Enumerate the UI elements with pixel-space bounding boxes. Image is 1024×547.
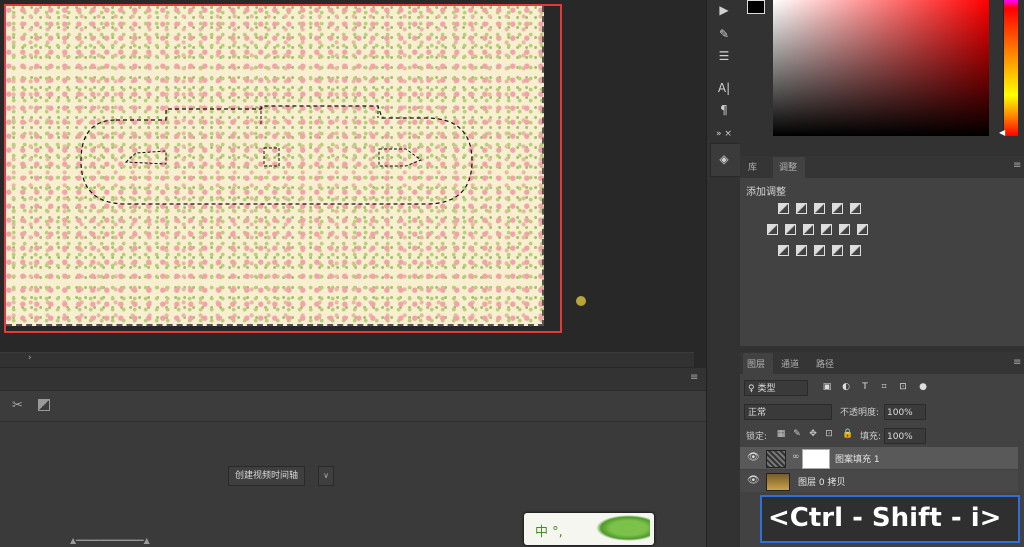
selective-color-icon[interactable] <box>850 245 861 256</box>
invert-icon[interactable] <box>778 245 789 256</box>
adjust-sliders-icon[interactable]: ☰ <box>710 46 738 66</box>
transition-icon[interactable] <box>38 399 50 411</box>
lock-position-icon[interactable]: ✥ <box>808 429 818 439</box>
link-icon[interactable]: ∞ <box>792 452 800 462</box>
timeline-toolbar <box>0 391 706 422</box>
threshold-icon[interactable] <box>814 245 825 256</box>
shortcut-text: <Ctrl - Shift - i> <box>768 503 1002 533</box>
scroll-arrow-icon[interactable]: › <box>28 353 32 363</box>
vibrance-icon[interactable] <box>850 203 861 214</box>
color-picker-field[interactable] <box>773 0 989 136</box>
panel-grip[interactable]: » × <box>710 128 738 140</box>
timeline-zoom-slider[interactable]: ▲━━━━━━━━━━━━━━▲ <box>70 536 200 545</box>
layer-mask-thumbnail[interactable] <box>802 449 830 469</box>
fill-input[interactable]: 100% <box>884 428 926 444</box>
character-icon[interactable]: A| <box>710 78 738 98</box>
scissors-icon[interactable]: ✂ <box>12 398 23 413</box>
brush-settings-icon[interactable]: ✎ <box>710 24 738 44</box>
lock-all-icon[interactable]: 🔒 <box>842 429 853 439</box>
gradient-map-icon[interactable] <box>832 245 843 256</box>
tab-paths[interactable]: 路径 <box>816 357 834 370</box>
leaf-icon <box>596 515 650 541</box>
tab-libraries[interactable]: 库 <box>748 160 757 173</box>
layer-name[interactable]: 图案填充 1 <box>835 452 880 465</box>
type-filter-icon[interactable]: T <box>860 382 870 392</box>
eye-icon[interactable]: 👁 <box>747 452 760 463</box>
tab-channels[interactable]: 通道 <box>781 357 799 370</box>
hue-saturation-icon[interactable] <box>767 224 778 235</box>
panel-menu-icon[interactable]: ≡ <box>1013 357 1021 368</box>
curves-icon[interactable] <box>814 203 825 214</box>
layer-thumbnail <box>766 473 790 491</box>
hue-slider-handle-icon[interactable]: ◀ <box>999 128 1005 137</box>
black-white-icon[interactable] <box>803 224 814 235</box>
libraries-icon[interactable]: ◈ <box>710 149 738 169</box>
layer-filter-select[interactable]: ♀ 类型 <box>744 380 808 396</box>
paragraph-icon[interactable]: ¶ <box>710 100 738 120</box>
play-icon[interactable]: ▶ <box>710 0 738 20</box>
panel-menu-icon[interactable]: ≡ <box>690 372 702 383</box>
lock-paint-icon[interactable]: ✎ <box>792 429 802 439</box>
shape-filter-icon[interactable]: ⌗ <box>879 382 889 392</box>
posterize-icon[interactable] <box>796 245 807 256</box>
blend-mode-select[interactable]: 正常 <box>744 404 832 420</box>
chevron-down-icon[interactable]: ∨ <box>318 466 334 486</box>
cursor-icon <box>576 296 586 306</box>
adjustment-filter-icon[interactable]: ◐ <box>841 382 851 392</box>
pixel-filter-icon[interactable]: ▣ <box>822 382 832 392</box>
layer-name[interactable]: 图层 0 拷贝 <box>798 475 845 488</box>
lock-label: 锁定: <box>746 432 768 442</box>
color-lookup-icon[interactable] <box>857 224 868 235</box>
highlight-frame <box>4 4 562 333</box>
create-video-timeline-button[interactable]: 创建视频时间轴 <box>228 466 306 486</box>
photo-filter-icon[interactable] <box>821 224 832 235</box>
lock-artboard-icon[interactable]: ⊡ <box>824 429 834 439</box>
add-adjustment-title: 添加调整 <box>746 187 786 198</box>
color-balance-icon[interactable] <box>785 224 796 235</box>
fill-label: 填充: <box>860 432 882 442</box>
brightness-icon[interactable] <box>778 203 789 214</box>
tab-adjustments[interactable]: 调整 <box>779 160 797 173</box>
foreground-color-swatch[interactable] <box>747 0 765 14</box>
timeline-header <box>0 368 706 391</box>
exposure-icon[interactable] <box>832 203 843 214</box>
lock-transparent-icon[interactable]: ▦ <box>776 429 786 439</box>
canvas-scrollbar[interactable]: › <box>0 352 694 367</box>
ime-mode-label[interactable]: 中 °, <box>535 521 563 540</box>
filter-toggle-icon[interactable]: ● <box>918 382 928 392</box>
levels-icon[interactable] <box>796 203 807 214</box>
hue-slider[interactable] <box>1003 0 1018 136</box>
panel-menu-icon[interactable]: ≡ <box>1013 160 1021 171</box>
eye-icon[interactable]: 👁 <box>747 475 760 486</box>
tab-layers[interactable]: 图层 <box>747 357 765 370</box>
layer-thumbnail <box>766 450 786 468</box>
channel-mixer-icon[interactable] <box>839 224 850 235</box>
opacity-label: 不透明度: <box>840 408 880 418</box>
smart-object-filter-icon[interactable]: ⊡ <box>898 382 908 392</box>
opacity-input[interactable]: 100% <box>884 404 926 420</box>
